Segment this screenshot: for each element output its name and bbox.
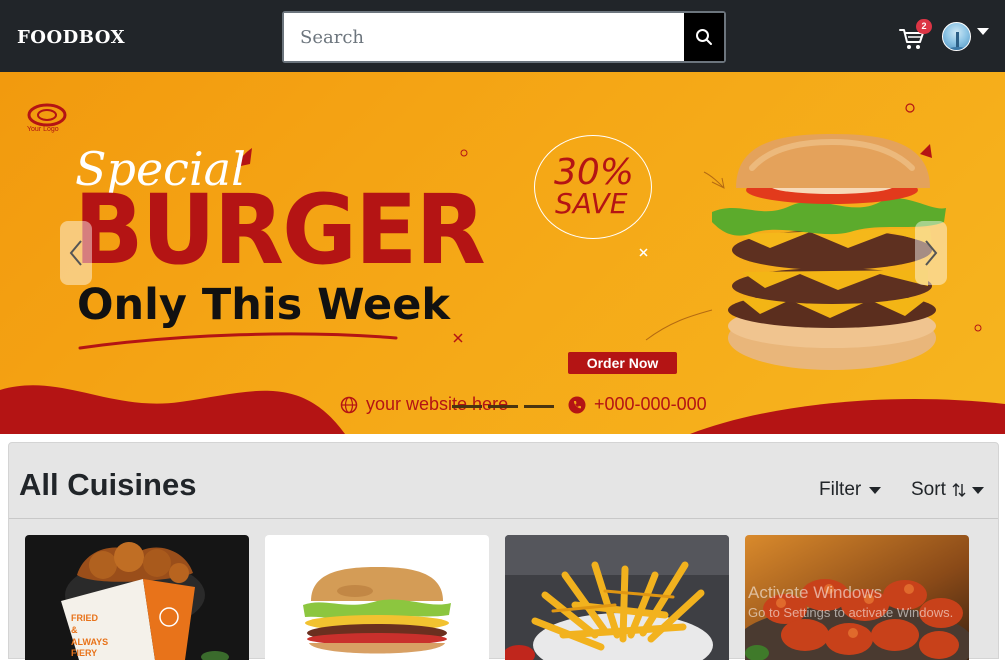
- search-bar: [282, 11, 726, 63]
- subheadline: Only This Week: [77, 280, 450, 330]
- windows-activation-watermark: Activate Windows Go to Settings to activ…: [748, 583, 953, 623]
- watermark-line-1: Activate Windows: [748, 583, 883, 602]
- burger-illustration: [712, 134, 946, 370]
- your-logo-text: Your Logo: [27, 126, 59, 133]
- svg-text:FIERY: FIERY: [71, 648, 97, 658]
- search-input[interactable]: [284, 13, 684, 61]
- svg-text:ALWAYS: ALWAYS: [71, 637, 108, 647]
- search-icon: [696, 29, 712, 45]
- top-navbar: FOODBOX 2: [0, 0, 1005, 72]
- cuisine-card-fried-chicken[interactable]: FRIED & ALWAYS FIERY: [25, 535, 249, 660]
- user-menu-caret-icon[interactable]: [977, 28, 989, 35]
- filter-caret-icon: [869, 486, 882, 494]
- chevron-left-icon: [69, 240, 82, 266]
- filter-label: Filter: [819, 479, 862, 500]
- burger-image: [265, 535, 489, 660]
- user-avatar[interactable]: [942, 22, 971, 51]
- brand-logo[interactable]: FOODBOX: [17, 27, 125, 48]
- carousel-prev-button[interactable]: [60, 221, 92, 285]
- sort-arrows-icon: [952, 483, 966, 497]
- carousel-next-button[interactable]: [915, 221, 947, 285]
- filter-dropdown[interactable]: Filter: [819, 479, 882, 501]
- phone-info: +000-000-000: [568, 394, 707, 415]
- cuisines-section: All Cuisines Filter Sort FRIED & ALWAYS …: [8, 442, 999, 660]
- sort-label: Sort: [911, 479, 946, 500]
- website-info: your website here: [340, 394, 508, 415]
- fried-chicken-image: FRIED & ALWAYS FIERY: [25, 535, 249, 660]
- website-text: your website here: [366, 394, 509, 414]
- french-fries-image: [505, 535, 729, 660]
- promo-carousel: Your Logo Special BURGER Only This Week …: [0, 72, 1005, 434]
- carousel-indicator-3[interactable]: [524, 405, 554, 408]
- avatar-image: [947, 32, 968, 50]
- sort-dropdown[interactable]: Sort: [911, 479, 984, 501]
- sort-caret-icon: [971, 486, 984, 494]
- chevron-right-icon: [925, 240, 938, 266]
- watermark-line-2: Go to Settings to activate Windows.: [748, 605, 954, 620]
- carousel-indicator-1[interactable]: [452, 405, 482, 408]
- cuisine-card-burger[interactable]: [265, 535, 489, 660]
- cart-count-badge: 2: [916, 19, 932, 34]
- cuisines-header: All Cuisines Filter Sort: [9, 443, 998, 519]
- svg-text:FRIED: FRIED: [71, 613, 99, 623]
- phone-text: +000-000-000: [594, 394, 707, 414]
- headline: BURGER: [74, 174, 486, 286]
- order-now-button[interactable]: Order Now: [568, 352, 677, 374]
- section-title: All Cuisines: [19, 467, 197, 502]
- svg-text:&: &: [71, 625, 78, 635]
- cuisine-card-fries[interactable]: [505, 535, 729, 660]
- search-button[interactable]: [684, 13, 724, 61]
- your-logo-icon: [27, 103, 67, 127]
- phone-icon: [568, 396, 586, 413]
- carousel-indicator-2[interactable]: [488, 405, 518, 408]
- globe-icon: [340, 396, 358, 413]
- discount-save: SAVE: [555, 187, 628, 220]
